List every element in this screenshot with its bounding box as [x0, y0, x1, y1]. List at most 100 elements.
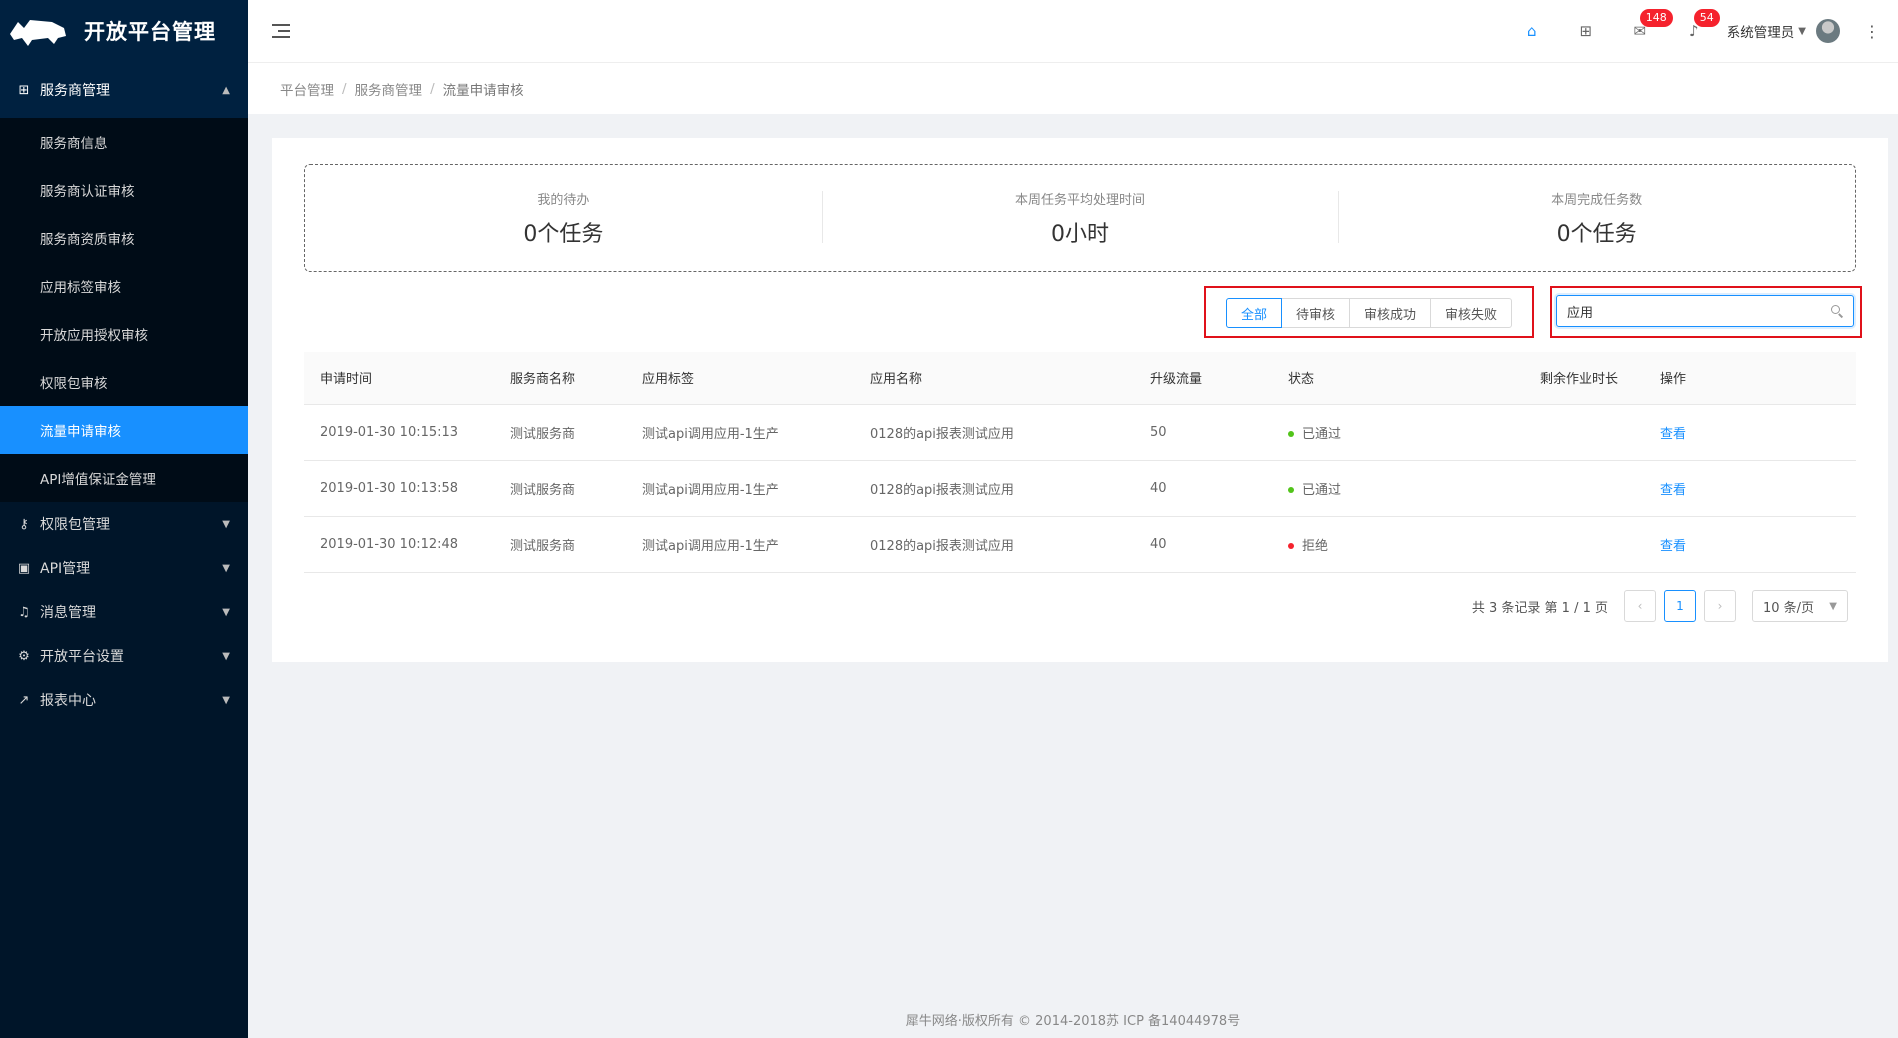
search-field: [1556, 295, 1854, 327]
prev-page-button[interactable]: ‹: [1624, 590, 1656, 622]
cell-action: 查看: [1644, 460, 1856, 517]
breadcrumb-item[interactable]: 平台管理: [280, 79, 334, 99]
sidebar-item-deposit[interactable]: API增值保证金管理: [0, 454, 248, 502]
column-header[interactable]: 状态: [1272, 352, 1524, 405]
cell-tag: 测试api调用应用-1生产: [626, 460, 854, 517]
column-header[interactable]: 升级流量: [1134, 352, 1272, 405]
sidebar-item-label: 开放应用授权审核: [40, 328, 148, 344]
sidebar-item-traffic-review[interactable]: 流量申请审核: [0, 406, 248, 454]
next-page-button[interactable]: ›: [1704, 590, 1736, 622]
status-text: 拒绝: [1302, 538, 1329, 554]
sidebar-item-label: 权限包管理: [40, 517, 110, 533]
view-link[interactable]: 查看: [1660, 427, 1686, 442]
menu-fold-icon[interactable]: [272, 24, 290, 38]
sidebar-item-reports[interactable]: ↗ 报表中心 ▼: [0, 678, 248, 722]
sidebar-item-provider-info[interactable]: 服务商信息: [0, 118, 248, 166]
sidebar-item-messages[interactable]: ♫ 消息管理 ▼: [0, 590, 248, 634]
filter-approved-button[interactable]: 审核成功: [1349, 298, 1432, 328]
line-chart-icon: ↗: [18, 692, 30, 708]
sidebar-item-tag-review[interactable]: 应用标签审核: [0, 262, 248, 310]
status-filter-highlight: 全部 待审核 审核成功 审核失败: [1204, 286, 1534, 338]
chevron-down-icon: ▼: [222, 518, 230, 530]
chevron-right-icon: ›: [1717, 599, 1723, 613]
sidebar-item-label: 应用标签审核: [40, 280, 121, 296]
footer-copyright: 犀牛网络·版权所有 © 2014-2018苏 ICP 备14044978号: [905, 1014, 1241, 1029]
page-size-value: 10 条/页: [1763, 600, 1815, 616]
sidebar-item-label: 流量申请审核: [40, 424, 121, 440]
cell-tag: 测试api调用应用-1生产: [626, 404, 854, 461]
cell-remaining: [1524, 404, 1644, 461]
app-title: 开放平台管理: [84, 20, 216, 44]
sidebar-item-settings[interactable]: ⚙ 开放平台设置 ▼: [0, 634, 248, 678]
view-link[interactable]: 查看: [1660, 483, 1686, 498]
cell-time: 2019-01-30 10:15:13: [304, 404, 494, 461]
chevron-down-icon: ▼: [1829, 600, 1837, 612]
sidebar-item-label: 服务商认证审核: [40, 184, 135, 200]
column-header[interactable]: 剩余作业时长: [1524, 352, 1644, 405]
cell-action: 查看: [1644, 516, 1856, 573]
grid-icon[interactable]: ⊞: [1559, 0, 1613, 62]
sidebar-item-label: API管理: [40, 561, 91, 577]
cell-remaining: [1524, 516, 1644, 573]
breadcrumb: 平台管理 / 服务商管理 / 流量申请审核: [248, 62, 1898, 114]
stat-value: 0个任务: [523, 221, 604, 247]
chevron-down-icon: ▼: [222, 562, 230, 574]
stat-value: 0小时: [1051, 221, 1109, 247]
user-menu[interactable]: 系统管理员 ▼: [1721, 0, 1846, 62]
api-icon: ▣: [17, 560, 31, 576]
sidebar-item-permission-packages[interactable]: ⚷ 权限包管理 ▼: [0, 502, 248, 546]
sidebar-item-label: 报表中心: [40, 693, 96, 709]
filter-pending-button[interactable]: 待审核: [1281, 298, 1351, 328]
sidebar-item-qualification-review[interactable]: 服务商资质审核: [0, 214, 248, 262]
table-header-row: 申请时间 服务商名称 应用标签 应用名称 升级流量 状态 剩余作业时长 操作: [304, 352, 1856, 405]
column-header[interactable]: 申请时间: [304, 352, 494, 405]
search-icon[interactable]: [1831, 305, 1843, 317]
stats-panel: 我的待办 0个任务 本周任务平均处理时间 0小时 本周完成任务数 0个任务: [304, 164, 1856, 272]
cell-provider: 测试服务商: [494, 460, 626, 517]
traffic-request-table: 申请时间 服务商名称 应用标签 应用名称 升级流量 状态 剩余作业时长 操作 2…: [304, 352, 1856, 573]
cell-provider: 测试服务商: [494, 404, 626, 461]
sidebar-group-provider[interactable]: ⊞ 服务商管理 ▲: [0, 62, 248, 118]
pagination: 共 3 条记录 第 1 / 1 页 ‹ 1 › 10 条/页 ▼: [1472, 590, 1848, 622]
top-header: ⌂ ⊞ ✉ 148 ♪ 54 系统管理员 ▼ ⋮: [248, 0, 1898, 62]
search-input[interactable]: [1567, 303, 1831, 319]
view-link[interactable]: 查看: [1660, 539, 1686, 554]
cell-app: 0128的api报表测试应用: [854, 516, 1134, 573]
stat-completed: 本周完成任务数 0个任务: [1338, 189, 1855, 248]
cell-tag: 测试api调用应用-1生产: [626, 516, 854, 573]
home-icon[interactable]: ⌂: [1505, 0, 1559, 62]
stat-avg-time: 本周任务平均处理时间 0小时: [821, 189, 1339, 248]
more-vertical-icon[interactable]: ⋮: [1860, 22, 1884, 41]
logo[interactable]: 开放平台管理: [0, 0, 248, 62]
table-row: 2019-01-30 10:15:13 测试服务商 测试api调用应用-1生产 …: [304, 404, 1856, 461]
sidebar-item-api[interactable]: ▣ API管理 ▼: [0, 546, 248, 590]
column-header[interactable]: 应用名称: [854, 352, 1134, 405]
sidebar-item-auth-review[interactable]: 开放应用授权审核: [0, 310, 248, 358]
cell-remaining: [1524, 460, 1644, 517]
chevron-left-icon: ‹: [1637, 599, 1643, 613]
breadcrumb-item[interactable]: 服务商管理: [355, 79, 423, 99]
sidebar-item-permission-review[interactable]: 权限包审核: [0, 358, 248, 406]
bell-icon[interactable]: ♪ 54: [1667, 0, 1721, 62]
status-dot: [1288, 543, 1294, 549]
main-card: 我的待办 0个任务 本周任务平均处理时间 0小时 本周完成任务数 0个任务 全部…: [272, 138, 1888, 662]
column-header[interactable]: 服务商名称: [494, 352, 626, 405]
chevron-down-icon: ▼: [222, 650, 230, 662]
status-dot: [1288, 431, 1294, 437]
filter-all-button[interactable]: 全部: [1226, 298, 1283, 328]
sidebar-item-cert-review[interactable]: 服务商认证审核: [0, 166, 248, 214]
sidebar-item-label: 开放平台设置: [40, 649, 124, 665]
status-filter: 全部 待审核 审核成功 审核失败: [1226, 298, 1513, 328]
sidebar-item-label: 服务商资质审核: [40, 232, 135, 248]
filter-rejected-button[interactable]: 审核失败: [1430, 298, 1513, 328]
user-name: 系统管理员: [1726, 25, 1795, 41]
sidebar-submenu: 服务商信息 服务商认证审核 服务商资质审核 应用标签审核 开放应用授权审核 权限…: [0, 118, 248, 502]
cell-status: 已通过: [1272, 404, 1524, 461]
page-number-button[interactable]: 1: [1664, 590, 1696, 622]
column-header[interactable]: 应用标签: [626, 352, 854, 405]
stat-label: 本周任务平均处理时间: [1015, 192, 1146, 208]
mail-icon[interactable]: ✉ 148: [1613, 0, 1673, 62]
page-size-select[interactable]: 10 条/页 ▼: [1752, 590, 1848, 622]
stat-label: 本周完成任务数: [1551, 192, 1643, 208]
rhino-logo-icon: [8, 14, 68, 48]
